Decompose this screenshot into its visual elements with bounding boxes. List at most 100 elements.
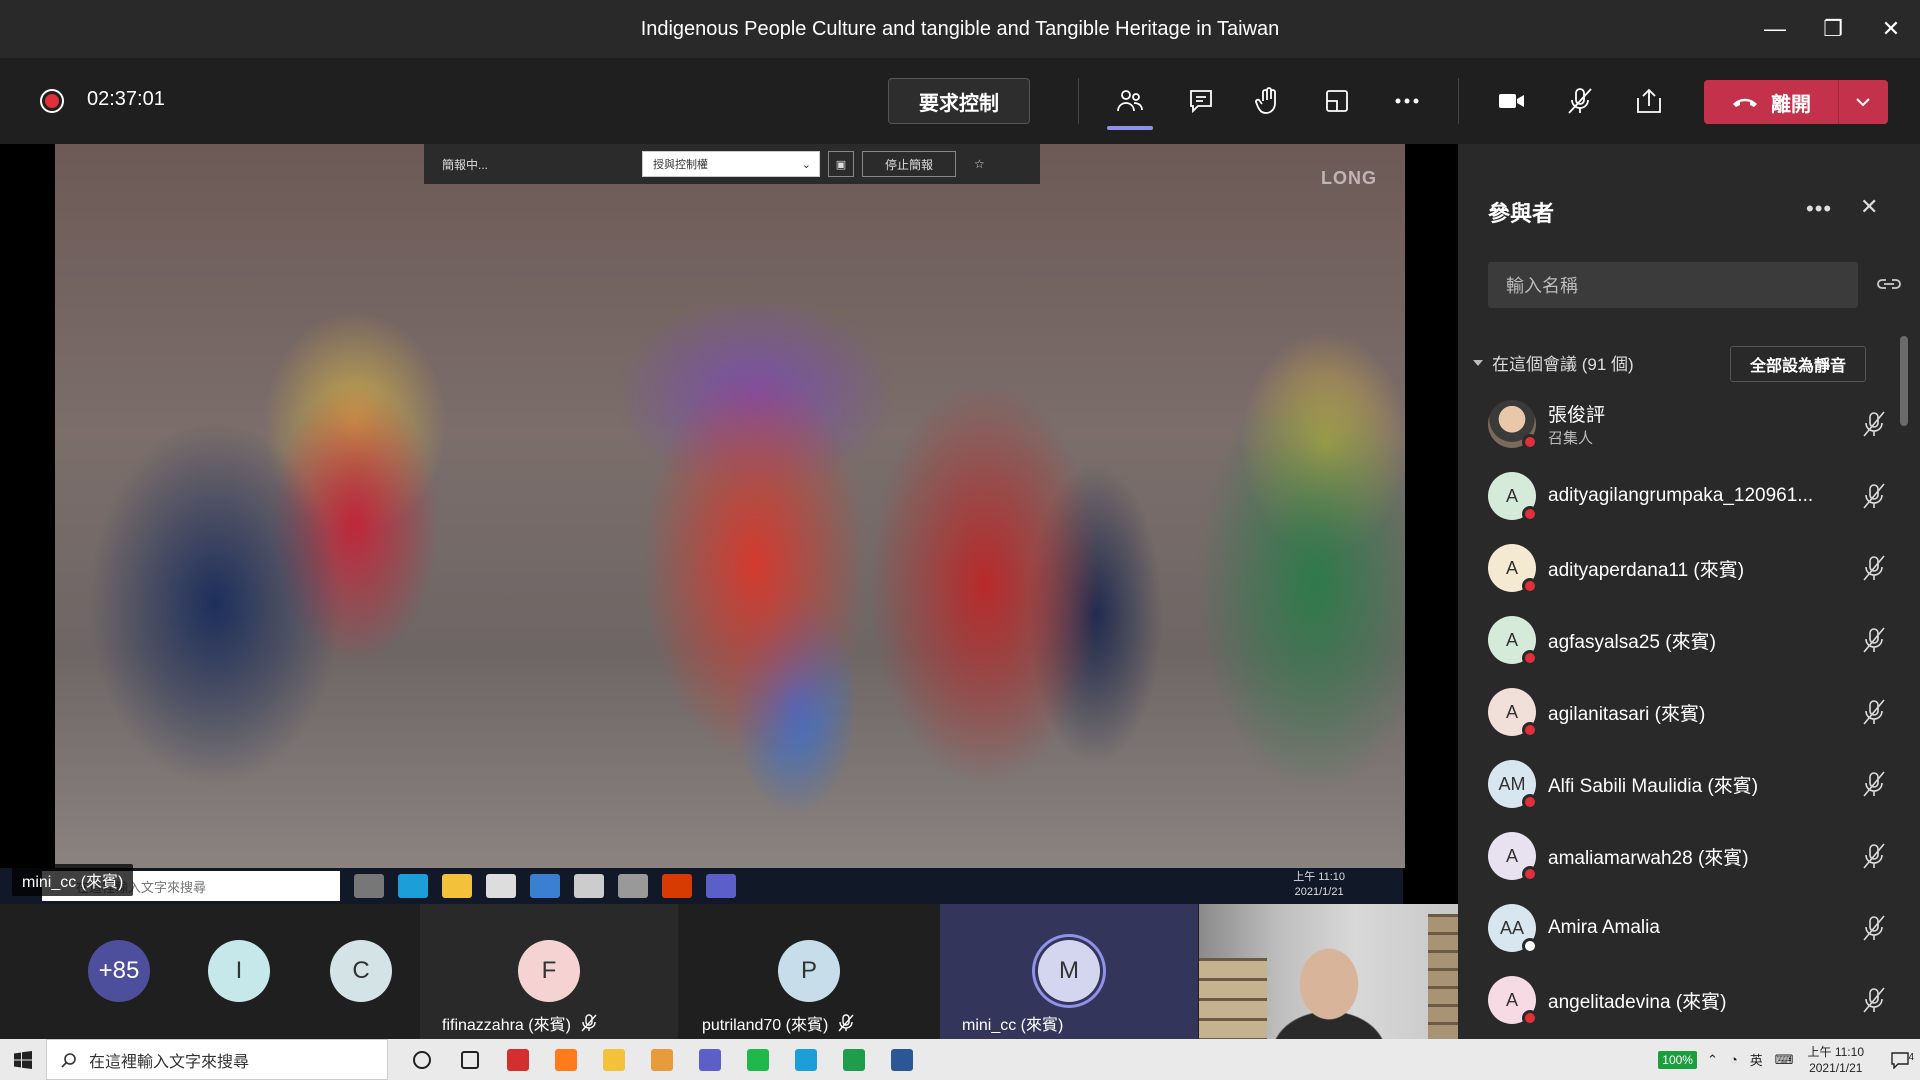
request-control-button[interactable]: 要求控制 xyxy=(888,78,1030,124)
window-title: Indigenous People Culture and tangible a… xyxy=(640,17,1280,40)
system-tray: 100% ⌃ ◔ 英 ⌨ 上午 11:10 2021/1/21 4 xyxy=(1658,1039,1920,1080)
edge-icon[interactable] xyxy=(782,1039,830,1080)
participant-row[interactable]: AA Amira Amalia xyxy=(1488,892,1888,964)
keyboard-icon[interactable]: ⌨ xyxy=(1775,1052,1794,1068)
notification-bubble-icon xyxy=(1891,1051,1909,1069)
camera-icon[interactable] xyxy=(1488,79,1534,123)
panel-close-icon[interactable]: ✕ xyxy=(1860,194,1878,220)
mic-off-icon[interactable] xyxy=(1557,79,1603,123)
participant-row[interactable]: Aagilanitasari (來賓) xyxy=(1488,676,1888,748)
panel-scrollbar[interactable] xyxy=(1900,336,1908,426)
avatar: A xyxy=(1488,544,1538,594)
mic-off-icon[interactable] xyxy=(1860,698,1888,726)
teams-icon[interactable] xyxy=(686,1039,734,1080)
participant-tile[interactable]: P putriland70 (來賓) xyxy=(680,904,938,1039)
security-icon[interactable] xyxy=(446,1039,494,1080)
participant-row[interactable]: Aamaliamarwah28 (來賓) xyxy=(1488,820,1888,892)
participant-tile-speaking[interactable]: M mini_cc (來賓) xyxy=(940,904,1198,1039)
raise-hand-icon[interactable] xyxy=(1245,79,1291,123)
stop-presenting-button[interactable]: 停止簡報 xyxy=(862,151,956,177)
pin-icon[interactable]: ☆ xyxy=(974,157,985,171)
participant-row[interactable]: Aadityaperdana11 (來賓) xyxy=(1488,532,1888,604)
share-options-icon[interactable]: ▣ xyxy=(828,151,854,177)
edge-icon-glyph xyxy=(795,1048,817,1071)
rooms-icon[interactable] xyxy=(1314,79,1360,123)
title-bar: Indigenous People Culture and tangible a… xyxy=(0,0,1920,58)
mic-off-icon[interactable] xyxy=(1860,914,1888,942)
mute-all-button[interactable]: 全部設為靜音 xyxy=(1730,346,1866,382)
network-icon[interactable]: ◔ xyxy=(1730,1052,1738,1067)
file-explorer-icon[interactable] xyxy=(590,1039,638,1080)
restore-button[interactable]: ❐ xyxy=(1804,0,1862,58)
participant-list: 張俊評 召集人 Aadityagilangrumpaka_120961... Aadi… xyxy=(1488,388,1888,1036)
presence-busy-icon xyxy=(1522,794,1538,810)
minimize-button[interactable]: — xyxy=(1746,0,1804,58)
avatar[interactable]: C xyxy=(330,940,392,1002)
avatar: A xyxy=(1488,688,1538,738)
participants-icon[interactable] xyxy=(1107,79,1153,130)
close-window-button[interactable]: ✕ xyxy=(1862,0,1920,58)
participant-name: agfasyalsa25 (來賓) xyxy=(1548,631,1716,653)
sheets-icon-glyph xyxy=(843,1048,865,1071)
taskbar-search[interactable]: 在這裡輸入文字來搜尋 xyxy=(46,1039,388,1080)
share-invite-link-icon[interactable] xyxy=(1876,274,1902,294)
mic-off-icon[interactable] xyxy=(1860,410,1888,438)
participant-text: Amira Amalia xyxy=(1536,917,1848,939)
tile-label: mini_cc (來賓) xyxy=(962,1011,1063,1035)
task-view-icon[interactable] xyxy=(398,1039,446,1080)
mic-off-icon[interactable] xyxy=(1860,554,1888,582)
participant-row[interactable]: Aangelitadevina (來賓) xyxy=(1488,964,1888,1036)
security-icon-glyph xyxy=(461,1050,479,1069)
avatar: AA xyxy=(1488,904,1538,954)
participant-name: Alfi Sabili Maulidia (來賓) xyxy=(1548,775,1759,797)
give-control-dropdown[interactable]: 授與控制權 ⌄ xyxy=(642,151,820,177)
more-participants-badge[interactable]: +85 xyxy=(88,940,150,1002)
line-icon[interactable] xyxy=(734,1039,782,1080)
tray-overflow-icon[interactable]: ⌃ xyxy=(1707,1052,1718,1068)
start-button[interactable] xyxy=(0,1039,46,1080)
panel-more-icon[interactable]: ••• xyxy=(1806,196,1832,222)
mic-off-icon[interactable] xyxy=(1860,842,1888,870)
panel-title: 參與者 xyxy=(1488,201,1555,226)
participant-row[interactable]: AM Alfi Sabili Maulidia (來賓) xyxy=(1488,748,1888,820)
mic-off-icon[interactable] xyxy=(1860,626,1888,654)
more-icon[interactable] xyxy=(1384,79,1430,123)
mic-off-icon[interactable] xyxy=(1860,770,1888,798)
notifications-icon[interactable]: 4 xyxy=(1880,1051,1920,1069)
chat-icon[interactable] xyxy=(1178,79,1224,123)
participant-row[interactable]: Aagfasyalsa25 (來賓) xyxy=(1488,604,1888,676)
avatar: A xyxy=(1488,832,1538,882)
acrobat-icon[interactable] xyxy=(494,1039,542,1080)
sheets-icon[interactable] xyxy=(830,1039,878,1080)
sharing-control-bar: 簡報中... 授與控制權 ⌄ ▣ 停止簡報 ☆ xyxy=(424,144,1040,184)
share-tray-icon[interactable] xyxy=(1626,79,1672,123)
shared-taskbar-clock: 上午 11:10 2021/1/21 xyxy=(1293,870,1345,900)
media-player-icon[interactable] xyxy=(638,1039,686,1080)
participant-row[interactable]: Aadityagilangrumpaka_120961... xyxy=(1488,460,1888,532)
tile-label: fifinazzahra (來賓) xyxy=(442,1011,597,1035)
in-meeting-section-header[interactable]: 在這個會議 (91 個) xyxy=(1472,350,1634,375)
participant-search-input[interactable]: 輸入名稱 xyxy=(1488,262,1858,308)
firefox-icon[interactable] xyxy=(542,1039,590,1080)
firefox-icon-glyph xyxy=(555,1048,577,1071)
ime-indicator[interactable]: 英 xyxy=(1750,1050,1763,1069)
participants-panel: 參與者 ••• ✕ 輸入名稱 在這個會議 (91 個) 全部設為靜音 張俊評 召集… xyxy=(1458,144,1920,1039)
taskbar-clock[interactable]: 上午 11:10 2021/1/21 xyxy=(1808,1044,1864,1076)
leave-button-main[interactable]: 離開 xyxy=(1704,88,1838,117)
leave-options-chevron-icon[interactable] xyxy=(1839,97,1887,107)
word-icon[interactable] xyxy=(878,1039,926,1080)
avatar: A xyxy=(1488,472,1538,522)
shared-folder-icon xyxy=(442,874,472,898)
shared-dropbox-icon xyxy=(574,874,604,898)
search-icon xyxy=(61,1052,76,1068)
mic-off-icon[interactable] xyxy=(1860,482,1888,510)
participant-row[interactable]: 張俊評 召集人 xyxy=(1488,388,1888,460)
mic-off-icon[interactable] xyxy=(1860,986,1888,1014)
avatar[interactable]: I xyxy=(208,940,270,1002)
acrobat-icon-glyph xyxy=(507,1048,529,1071)
battery-indicator[interactable]: 100% xyxy=(1658,1050,1697,1069)
shared-teams-icon xyxy=(706,874,736,898)
leave-button[interactable]: 離開 xyxy=(1704,80,1888,124)
participant-tile[interactable]: F fifinazzahra (來賓) xyxy=(420,904,678,1039)
self-video-tile[interactable] xyxy=(1199,904,1458,1039)
